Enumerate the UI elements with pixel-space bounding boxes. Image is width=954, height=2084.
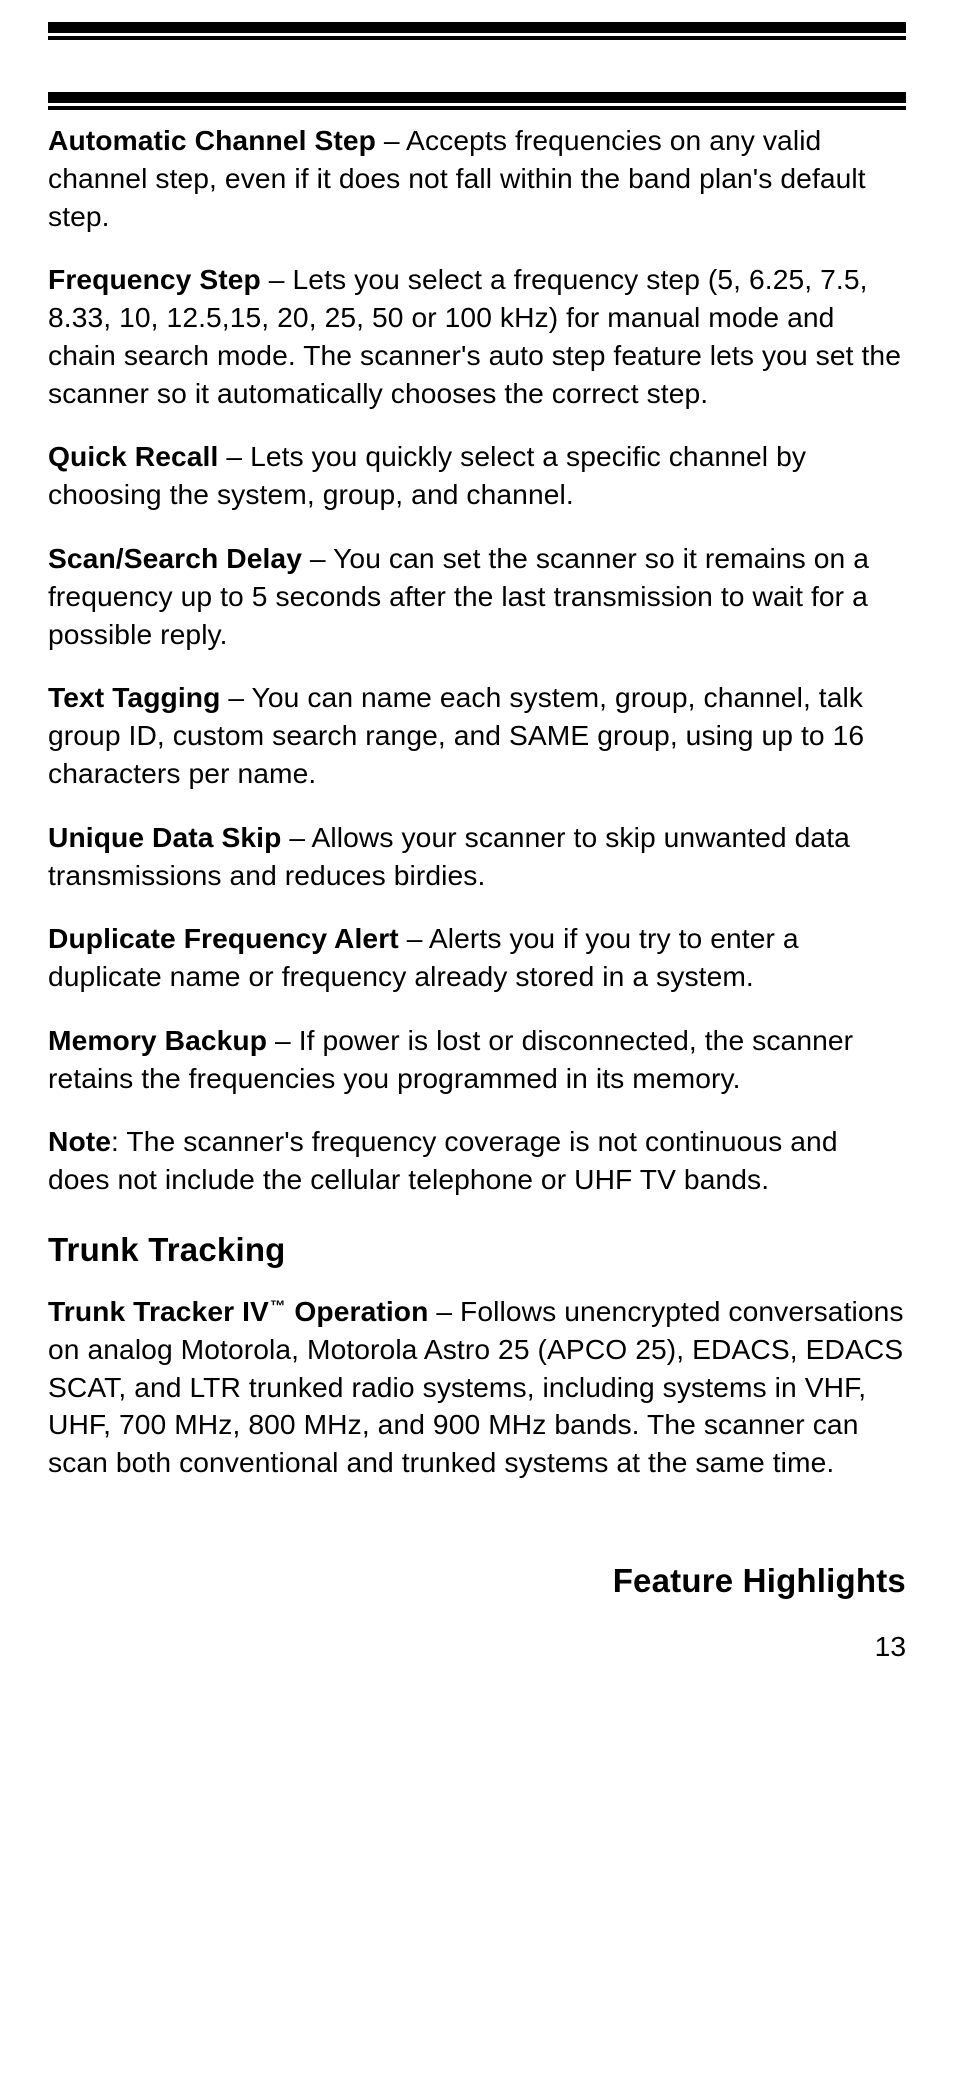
feature-sep: – (376, 124, 406, 156)
feature-item: Memory Backup – If power is lost or disc… (48, 1022, 906, 1098)
feature-sep: – (302, 542, 333, 574)
feature-term: Memory Backup (48, 1024, 267, 1056)
feature-term: Quick Recall (48, 440, 218, 472)
feature-item: Unique Data Skip – Allows your scanner t… (48, 819, 906, 895)
trademark-icon: ™ (269, 1298, 287, 1315)
feature-sep: – (281, 821, 311, 853)
feature-item: Quick Recall – Lets you quickly select a… (48, 438, 906, 514)
note-text: The scanner's frequency coverage is not … (48, 1125, 838, 1195)
feature-term: Frequency Step (48, 263, 261, 295)
trunk-feature-item: Trunk Tracker IV™ Operation – Follows un… (48, 1293, 906, 1482)
feature-sep: – (218, 440, 250, 472)
note-paragraph: Note: The scanner's frequency coverage i… (48, 1123, 906, 1199)
feature-term: Duplicate Frequency Alert (48, 922, 399, 954)
top-thick-rule (48, 22, 906, 33)
rule-gap (48, 40, 906, 92)
note-sep: : (111, 1125, 126, 1157)
trunk-term-suffix: Operation (286, 1295, 428, 1327)
feature-term: Automatic Channel Step (48, 124, 376, 156)
feature-sep: – (399, 922, 429, 954)
feature-sep: – (267, 1024, 299, 1056)
feature-sep: – (220, 681, 251, 713)
page: Automatic Channel Step – Accepts frequen… (0, 0, 954, 1703)
feature-item: Scan/Search Delay – You can set the scan… (48, 540, 906, 653)
mid-thick-rule (48, 92, 906, 103)
mid-thin-rule (48, 106, 906, 110)
trunk-sep: – (428, 1295, 460, 1327)
feature-term: Text Tagging (48, 681, 220, 713)
feature-term: Unique Data Skip (48, 821, 281, 853)
feature-sep: – (261, 263, 293, 295)
feature-item: Frequency Step – Lets you select a frequ… (48, 261, 906, 412)
footer-section-title: Feature Highlights (48, 1562, 906, 1600)
feature-item: Text Tagging – You can name each system,… (48, 679, 906, 792)
feature-item: Duplicate Frequency Alert – Alerts you i… (48, 920, 906, 996)
page-number: 13 (48, 1630, 906, 1663)
body-content: Automatic Channel Step – Accepts frequen… (48, 122, 906, 1663)
feature-term: Scan/Search Delay (48, 542, 302, 574)
feature-item: Automatic Channel Step – Accepts frequen… (48, 122, 906, 235)
trunk-term-prefix: Trunk Tracker IV (48, 1295, 269, 1327)
trunk-tracking-heading: Trunk Tracking (48, 1231, 906, 1269)
note-label: Note (48, 1125, 111, 1157)
